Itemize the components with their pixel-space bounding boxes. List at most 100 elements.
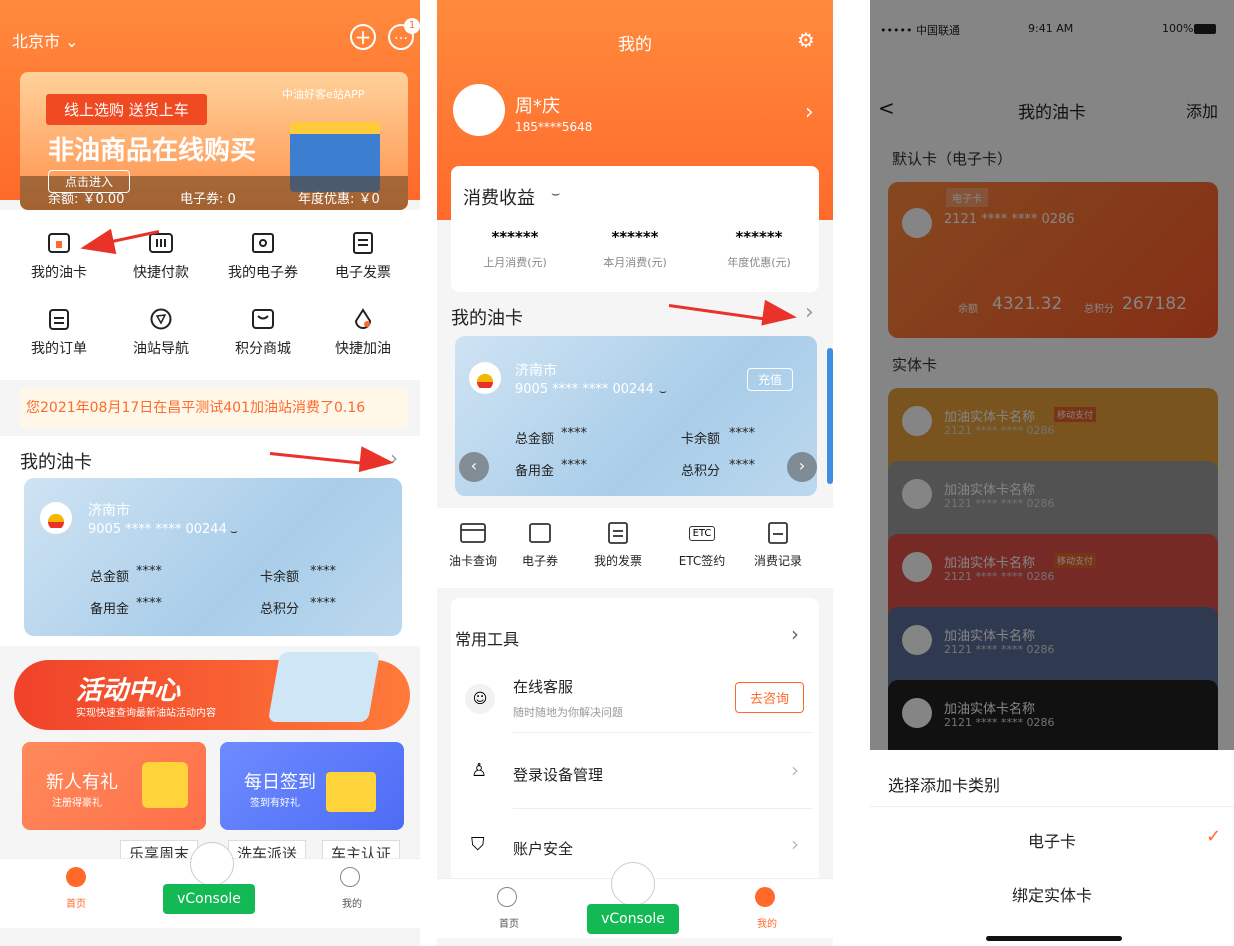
my-invoice-entry[interactable]: 我的发票 [573, 518, 663, 569]
profile-chevron-icon[interactable]: › [805, 100, 814, 125]
city-selector[interactable]: 北京市 ⌄ [12, 28, 79, 52]
device-management-item[interactable]: 登录设备管理 [513, 764, 603, 785]
reserve-value: **** [561, 458, 587, 473]
newbie-gift-card[interactable]: 新人有礼 注册得豪礼 [22, 742, 206, 830]
navigation-icon [146, 304, 176, 334]
e-invoice-entry[interactable]: 电子发票 [318, 228, 408, 282]
my-oilcards-screen: ••••• 中国联通 9:41 AM 100% < 我的油卡 添加 默认卡（电子… [870, 0, 1234, 946]
annotation-arrow-head-2 [358, 446, 396, 476]
banner-app: 中油好客e站APP [282, 88, 365, 101]
tools-card: 常用工具 › ☺ 在线客服 随时随地为你解决问题 去咨询 ♙ 登录设备管理 › … [451, 598, 819, 888]
home-tab-icon[interactable] [66, 867, 86, 887]
add-icon[interactable]: + [350, 24, 376, 50]
newbie-subtitle: 注册得豪礼 [52, 798, 102, 809]
coupon-entry[interactable]: 电子券 [495, 518, 585, 569]
fuel-drop-icon [348, 304, 378, 334]
section-title: 我的油卡 [20, 452, 92, 473]
reserve-label: 备用金 [515, 464, 555, 479]
page-title: 我的 [618, 35, 652, 55]
oilcard-icon [44, 228, 74, 258]
eye-closed-icon[interactable]: ⌣ [230, 524, 238, 539]
points-mall-entry[interactable]: 积分商城 [218, 304, 308, 358]
total-label: 总金额 [90, 570, 130, 585]
tab-mine[interactable]: 我的 [342, 895, 362, 910]
device-icon: ♙ [471, 760, 488, 781]
option-bind-physical[interactable]: 绑定实体卡 [870, 882, 1234, 906]
chat-icon: ☺ [465, 684, 495, 714]
mine-screen: 我的 ⚙ 周*庆 185****5648 › 消费收益 ⌣ ****** 上月消… [437, 0, 833, 946]
check-icon: ✓ [1206, 826, 1222, 847]
notice-bar[interactable]: 您2021年08月17日在昌平测试401加油站消费了0.16 [20, 388, 408, 428]
sheet-title: 选择添加卡类别 [888, 776, 1001, 795]
card-next-icon[interactable]: › [787, 452, 817, 482]
this-month-value: ****** [611, 228, 659, 246]
divider [513, 732, 813, 733]
daily-checkin-card[interactable]: 每日签到 签到有好礼 [220, 742, 404, 830]
quick-refuel-entry[interactable]: 快捷加油 [318, 304, 408, 358]
settings-icon[interactable]: ⚙ [797, 28, 815, 52]
total-label: 总金额 [515, 432, 555, 447]
newbie-title: 新人有礼 [46, 772, 118, 793]
activity-banner[interactable]: 活动中心 实现快速查询最新油站活动内容 [14, 652, 410, 730]
online-service-label[interactable]: 在线客服 [513, 676, 573, 697]
discount-text: 年度优惠: ￥0 [298, 192, 380, 207]
station-nav-entry[interactable]: 油站导航 [116, 304, 206, 358]
last-month-label: 上月消费(元) [483, 256, 547, 269]
oil-card[interactable]: 济南市 9005 **** **** 00244 ⌣ 充值 总金额 **** 卡… [455, 336, 817, 496]
my-coupon-entry[interactable]: 我的电子券 [218, 228, 308, 282]
option-ecard[interactable]: 电子卡 [870, 828, 1234, 852]
vconsole-button[interactable]: vConsole [587, 904, 679, 934]
oil-card[interactable]: 济南市 9005 **** **** 00244 ⌣ 总金额 **** 卡余额 … [24, 478, 402, 636]
consult-button[interactable]: 去咨询 [735, 682, 805, 713]
fuel-center-icon[interactable] [611, 862, 655, 906]
modal-overlay[interactable] [870, 0, 1234, 750]
petrochina-logo [40, 502, 72, 534]
home-screen: 北京市 ⌄ + … 1 线上选购 送货上车 非油商品在线购买 中油好客e站APP… [0, 0, 420, 946]
divider [870, 806, 1234, 807]
mine-tab-icon[interactable] [340, 867, 360, 887]
avatar[interactable] [453, 84, 505, 136]
balance-label: 卡余额 [260, 570, 300, 585]
total-value: **** [136, 564, 162, 579]
coupon-icon [525, 518, 555, 548]
my-orders-entry[interactable]: 我的订单 [14, 304, 104, 358]
tab-home[interactable]: 首页 [66, 895, 86, 910]
eye-closed-icon[interactable]: ⌣ [659, 384, 667, 399]
eye-closed-icon[interactable]: ⌣ [551, 186, 560, 202]
activity-subtitle: 实现快速查询最新油站活动内容 [76, 708, 216, 719]
activity-title: 活动中心 [76, 676, 181, 706]
city-label: 北京市 [12, 32, 61, 51]
mall-icon [248, 304, 278, 334]
section-title: 我的油卡 [451, 308, 523, 329]
earnings-card: 消费收益 ⌣ ****** 上月消费(元) ****** 本月消费(元) ***… [451, 166, 819, 292]
account-security-item[interactable]: 账户安全 [513, 838, 573, 859]
shield-icon: ⛉ [471, 834, 485, 855]
invoice-icon [603, 518, 633, 548]
vconsole-button[interactable]: vConsole [163, 884, 255, 914]
spending-record-entry[interactable]: 消费记录 [733, 518, 823, 569]
card-prev-icon[interactable]: ‹ [459, 452, 489, 482]
checkin-subtitle: 签到有好礼 [250, 798, 300, 809]
balance-value: **** [729, 426, 755, 441]
user-name: 周*庆 [515, 96, 560, 117]
tab-home[interactable]: 首页 [499, 915, 519, 930]
security-chevron-icon[interactable]: › [791, 832, 799, 856]
mine-tab-icon[interactable] [755, 887, 775, 907]
promo-banner[interactable]: 线上选购 送货上车 非油商品在线购买 中油好客e站APP 点击进入 余额: ￥0… [20, 72, 408, 210]
banner-tag: 线上选购 送货上车 [46, 94, 207, 125]
total-value: **** [561, 426, 587, 441]
activity-illustration [267, 652, 381, 722]
tab-mine[interactable]: 我的 [757, 915, 777, 930]
fuel-center-icon[interactable] [190, 842, 234, 886]
coupon-icon [248, 228, 278, 258]
recharge-button[interactable]: 充值 [747, 368, 794, 391]
annotation-arrow-head [761, 299, 799, 331]
balance-label: 卡余额 [681, 432, 721, 447]
chevron-right-icon[interactable]: › [805, 300, 814, 325]
tools-title: 常用工具 [455, 630, 520, 649]
coupon-text: 电子券: 0 [180, 192, 236, 207]
device-chevron-icon[interactable]: › [791, 758, 799, 782]
tools-chevron-icon[interactable]: › [791, 622, 799, 646]
home-tab-icon[interactable] [497, 887, 517, 907]
reserve-label: 备用金 [90, 602, 130, 617]
